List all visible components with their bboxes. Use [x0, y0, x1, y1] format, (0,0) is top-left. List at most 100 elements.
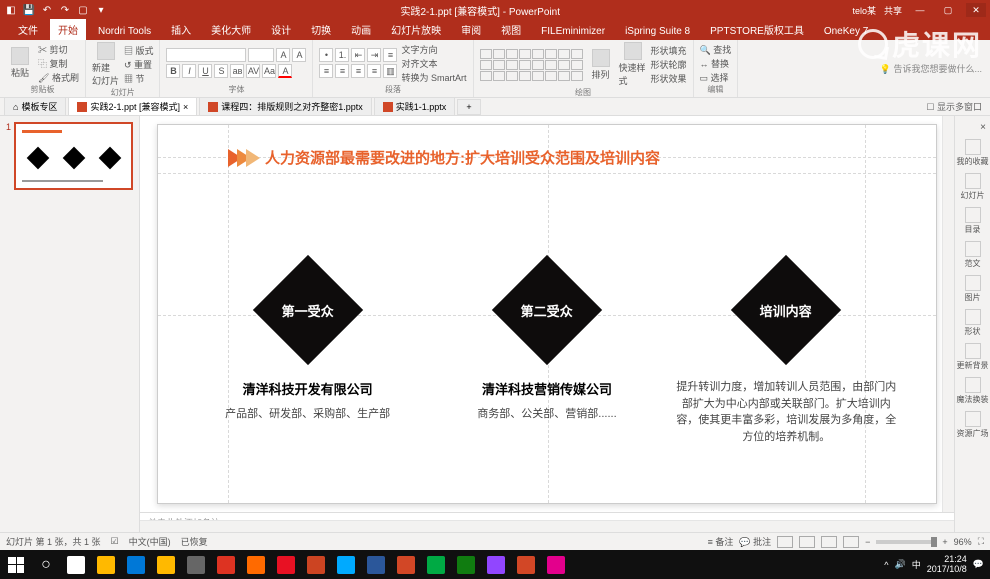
font-size-select[interactable] [248, 48, 274, 62]
shrink-font-button[interactable]: A [292, 48, 306, 62]
bullets-button[interactable]: • [319, 48, 333, 62]
tab-iSpring Suite 8[interactable]: iSpring Suite 8 [617, 23, 698, 40]
side-item-目录[interactable]: 目录 [965, 207, 981, 235]
tab-设计[interactable]: 设计 [263, 19, 299, 40]
side-item-幻灯片[interactable]: 幻灯片 [961, 173, 985, 201]
columns-button[interactable]: ▥ [383, 64, 397, 78]
numbering-button[interactable]: 1. [335, 48, 349, 62]
slideshow-view-button[interactable] [843, 536, 859, 548]
grow-font-button[interactable]: A [276, 48, 290, 62]
qat-redo[interactable]: ↷ [58, 3, 72, 17]
side-panel-close[interactable]: × [980, 122, 986, 133]
align-center-button[interactable]: ≡ [335, 64, 349, 78]
slide-thumbnail-1[interactable] [14, 122, 133, 190]
case-button[interactable]: Aa [262, 64, 276, 78]
tab-文件[interactable]: 文件 [10, 19, 46, 40]
side-item-资源广场[interactable]: 资源广场 [957, 411, 989, 439]
shadow-button[interactable]: aʙ [230, 64, 244, 78]
tab-美化大师[interactable]: 美化大师 [203, 19, 259, 40]
paste-button[interactable]: 粘贴 [6, 47, 34, 79]
sorter-view-button[interactable] [799, 536, 815, 548]
tab-Nordri Tools[interactable]: Nordri Tools [90, 23, 159, 40]
normal-view-button[interactable] [777, 536, 793, 548]
taskbar-app-3[interactable] [152, 552, 180, 577]
comments-toggle[interactable]: 💬 批注 [739, 535, 771, 548]
zoom-slider[interactable] [876, 540, 936, 544]
tab-FILEminimizer[interactable]: FILEminimizer [533, 23, 613, 40]
taskbar-app-8[interactable] [302, 552, 330, 577]
indent-dec-button[interactable]: ⇤ [351, 48, 365, 62]
bold-button[interactable]: B [166, 64, 180, 78]
taskbar-app-4[interactable] [182, 552, 210, 577]
copy-button[interactable]: ⿻ 复制 [38, 57, 79, 70]
tab-动画[interactable]: 动画 [343, 19, 379, 40]
spacing-button[interactable]: AV [246, 64, 260, 78]
justify-button[interactable]: ≡ [367, 64, 381, 78]
side-item-更新背景[interactable]: 更新背景 [957, 343, 989, 371]
minimize-button[interactable]: — [910, 3, 930, 17]
side-item-图片[interactable]: 图片 [965, 275, 981, 303]
tab-插入[interactable]: 插入 [163, 19, 199, 40]
tab-审阅[interactable]: 审阅 [453, 19, 489, 40]
taskbar-app-12[interactable] [422, 552, 450, 577]
font-color-button[interactable]: A [278, 64, 292, 78]
slide-canvas[interactable]: 人力资源部最需要改进的地方:扩大培训受众范围及培训内容 第一受众清洋科技开发有限… [157, 124, 937, 504]
doc-tab[interactable]: 实践2-1.ppt [兼容模式] × [68, 97, 197, 116]
zoom-level[interactable]: 96% [954, 537, 972, 547]
share-button[interactable]: 共享 [884, 4, 902, 17]
layout-button[interactable]: ▤ 版式 [124, 44, 154, 57]
doc-tab[interactable]: ⌂模板专区 [4, 97, 66, 116]
taskbar-app-15[interactable] [512, 552, 540, 577]
strike-button[interactable]: S [214, 64, 228, 78]
doc-tab[interactable]: 课程四：排版规则之对齐整密1.pptx [199, 97, 372, 116]
taskbar-app-16[interactable] [542, 552, 570, 577]
align-right-button[interactable]: ≡ [351, 64, 365, 78]
spell-check-icon[interactable]: ☑ [111, 536, 119, 547]
horizontal-scrollbar[interactable] [140, 520, 954, 532]
arrange-button[interactable]: 排列 [587, 49, 615, 81]
align-left-button[interactable]: ≡ [319, 64, 333, 78]
shape-outline-button[interactable]: 形状轮廓 [651, 58, 687, 71]
reading-view-button[interactable] [821, 536, 837, 548]
new-doc-tab[interactable]: + [457, 99, 480, 115]
quick-styles-button[interactable]: 快速样式 [619, 42, 647, 87]
close-button[interactable]: ✕ [966, 3, 986, 17]
taskbar-app-7[interactable] [272, 552, 300, 577]
tab-PPTSTORE版权工具[interactable]: PPTSTORE版权工具 [702, 19, 812, 40]
new-slide-button[interactable]: 新建 幻灯片 [92, 42, 120, 87]
maximize-button[interactable]: ▢ [938, 3, 958, 17]
taskbar-app-0[interactable] [62, 552, 90, 577]
shape-fill-button[interactable]: 形状填充 [651, 44, 687, 57]
user-name[interactable]: telo某 [852, 4, 876, 17]
zoom-out-button[interactable]: − [865, 537, 870, 547]
shape-effects-button[interactable]: 形状效果 [651, 72, 687, 85]
shapes-gallery[interactable] [480, 49, 583, 81]
replace-button[interactable]: ↔ 替换 [700, 57, 732, 70]
line-spacing-button[interactable]: ≡ [383, 48, 397, 62]
doc-tab[interactable]: 实践1-1.pptx [374, 97, 456, 116]
vertical-scrollbar[interactable] [942, 116, 954, 512]
fit-window-button[interactable]: ⛶ [978, 536, 984, 547]
find-button[interactable]: 🔍 查找 [700, 43, 732, 56]
multi-window-toggle[interactable]: ☐ 显示多窗口 [926, 100, 982, 113]
cut-button[interactable]: ✂ 剪切 [38, 43, 79, 56]
taskbar-app-1[interactable] [92, 552, 120, 577]
taskbar-app-5[interactable] [212, 552, 240, 577]
align-text-button[interactable]: 对齐文本 [401, 57, 466, 70]
taskbar-app-6[interactable] [242, 552, 270, 577]
language-indicator[interactable]: 中文(中国) [129, 535, 171, 548]
side-item-我的收藏[interactable]: 我的收藏 [957, 139, 989, 167]
side-item-形状[interactable]: 形状 [965, 309, 981, 337]
taskbar-app-2[interactable] [122, 552, 150, 577]
font-family-select[interactable] [166, 48, 246, 62]
format-painter-button[interactable]: 🖌 格式刷 [38, 71, 79, 84]
qat-save[interactable]: 💾 [22, 3, 36, 17]
notes-toggle[interactable]: ≡ 备注 [708, 535, 734, 548]
qat-slideshow[interactable]: ▢ [76, 3, 90, 17]
tab-幻灯片放映[interactable]: 幻灯片放映 [383, 19, 449, 40]
start-button[interactable] [2, 552, 30, 577]
text-direction-button[interactable]: 文字方向 [401, 43, 466, 56]
taskbar-app-10[interactable] [362, 552, 390, 577]
smartart-button[interactable]: 转换为 SmartArt [401, 71, 466, 84]
side-item-范文[interactable]: 范文 [965, 241, 981, 269]
